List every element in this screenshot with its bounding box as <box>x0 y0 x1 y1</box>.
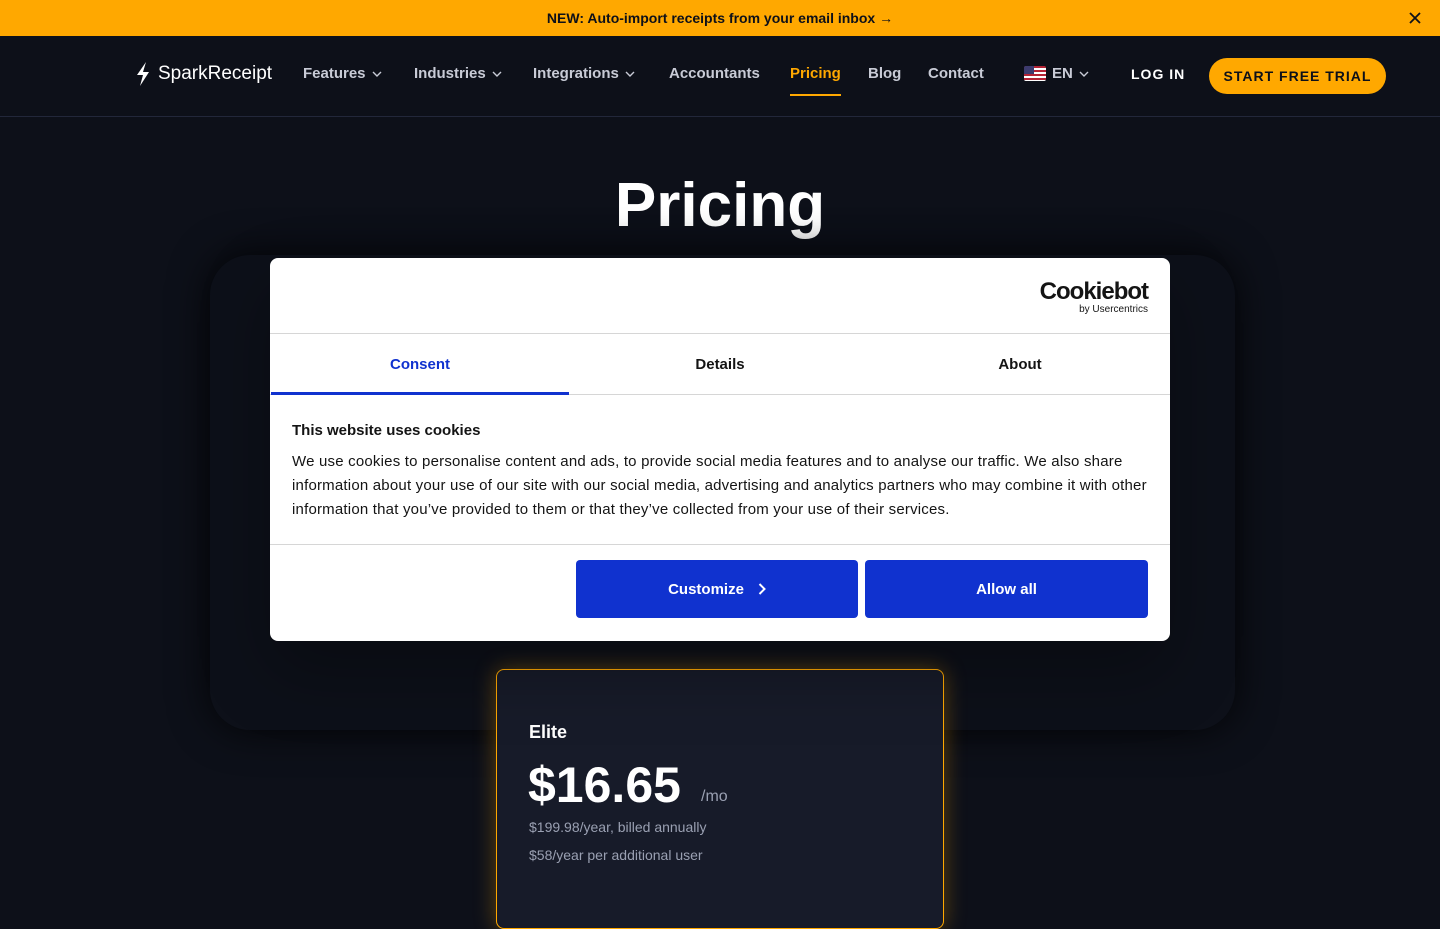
bolt-icon <box>137 62 149 86</box>
plan-price-unit: /mo <box>701 788 728 805</box>
tab-about[interactable]: About <box>870 334 1170 394</box>
plan-billing-note: $199.98/year, billed annually <box>529 819 707 835</box>
announcement-text[interactable]: NEW: Auto-import receipts from your emai… <box>547 10 893 26</box>
nav-label: Integrations <box>533 65 619 82</box>
cookie-heading: This website uses cookies <box>292 422 481 439</box>
customize-button[interactable]: Customize <box>576 560 858 618</box>
plan-additional-user-note: $58/year per additional user <box>529 847 703 863</box>
nav-item-blog[interactable]: Blog <box>868 65 901 82</box>
nav-item-integrations[interactable]: Integrations <box>533 65 635 82</box>
nav-item-features[interactable]: Features <box>303 65 382 82</box>
active-underline <box>790 94 841 96</box>
nav-item-contact[interactable]: Contact <box>928 65 984 82</box>
cookie-body-text: We use cookies to personalise content an… <box>292 453 1147 518</box>
nav-label: Industries <box>414 65 486 82</box>
nav-label: Pricing <box>790 65 841 82</box>
tab-details[interactable]: Details <box>570 334 870 394</box>
nav-item-accountants[interactable]: Accountants <box>669 65 760 82</box>
announcement-bar[interactable]: NEW: Auto-import receipts from your emai… <box>0 0 1440 36</box>
chevron-right-icon <box>758 583 766 595</box>
chevron-down-icon <box>625 71 635 77</box>
cookiebot-brand: Cookiebot <box>1039 278 1149 305</box>
cookie-consent-dialog: Cookiebot by Usercentrics Consent Detail… <box>270 258 1170 641</box>
cookiebot-brand-sub: by Usercentrics <box>1079 304 1148 315</box>
nav-label: Features <box>303 65 366 82</box>
nav-label: Contact <box>928 65 984 82</box>
logo-text: SparkReceipt <box>158 63 273 84</box>
language-selector[interactable]: EN <box>1024 65 1089 82</box>
close-icon[interactable] <box>1406 9 1424 27</box>
chevron-down-icon <box>1079 71 1089 77</box>
language-label: EN <box>1052 65 1073 82</box>
nav-item-pricing[interactable]: Pricing <box>790 65 841 96</box>
cookie-footer-divider <box>270 544 1170 545</box>
logo[interactable]: SparkReceipt <box>134 62 272 86</box>
us-flag-icon <box>1024 66 1046 81</box>
tab-consent[interactable]: Consent <box>270 334 570 395</box>
cookiebot-logo[interactable]: Cookiebot by Usercentrics <box>1039 278 1149 316</box>
chevron-down-icon <box>372 71 382 77</box>
nav-item-industries[interactable]: Industries <box>414 65 502 82</box>
plan-card-elite: Elite $16.65 /mo $199.98/year, billed an… <box>496 669 944 929</box>
site-header: SparkReceipt Features Industries Integra… <box>0 36 1440 117</box>
nav-label: Blog <box>868 65 902 82</box>
allow-all-button[interactable]: Allow all <box>865 560 1148 618</box>
login-link[interactable]: LOG IN <box>1131 66 1185 82</box>
nav-label: Accountants <box>669 65 760 82</box>
cookie-tabs: Consent Details About <box>270 333 1170 395</box>
start-free-trial-button[interactable]: START FREE TRIAL <box>1209 58 1386 94</box>
chevron-down-icon <box>492 71 502 77</box>
customize-label: Customize <box>668 580 744 598</box>
page-title: Pricing <box>614 171 826 240</box>
plan-price: $16.65 <box>528 757 681 813</box>
plan-name: Elite <box>529 722 568 742</box>
